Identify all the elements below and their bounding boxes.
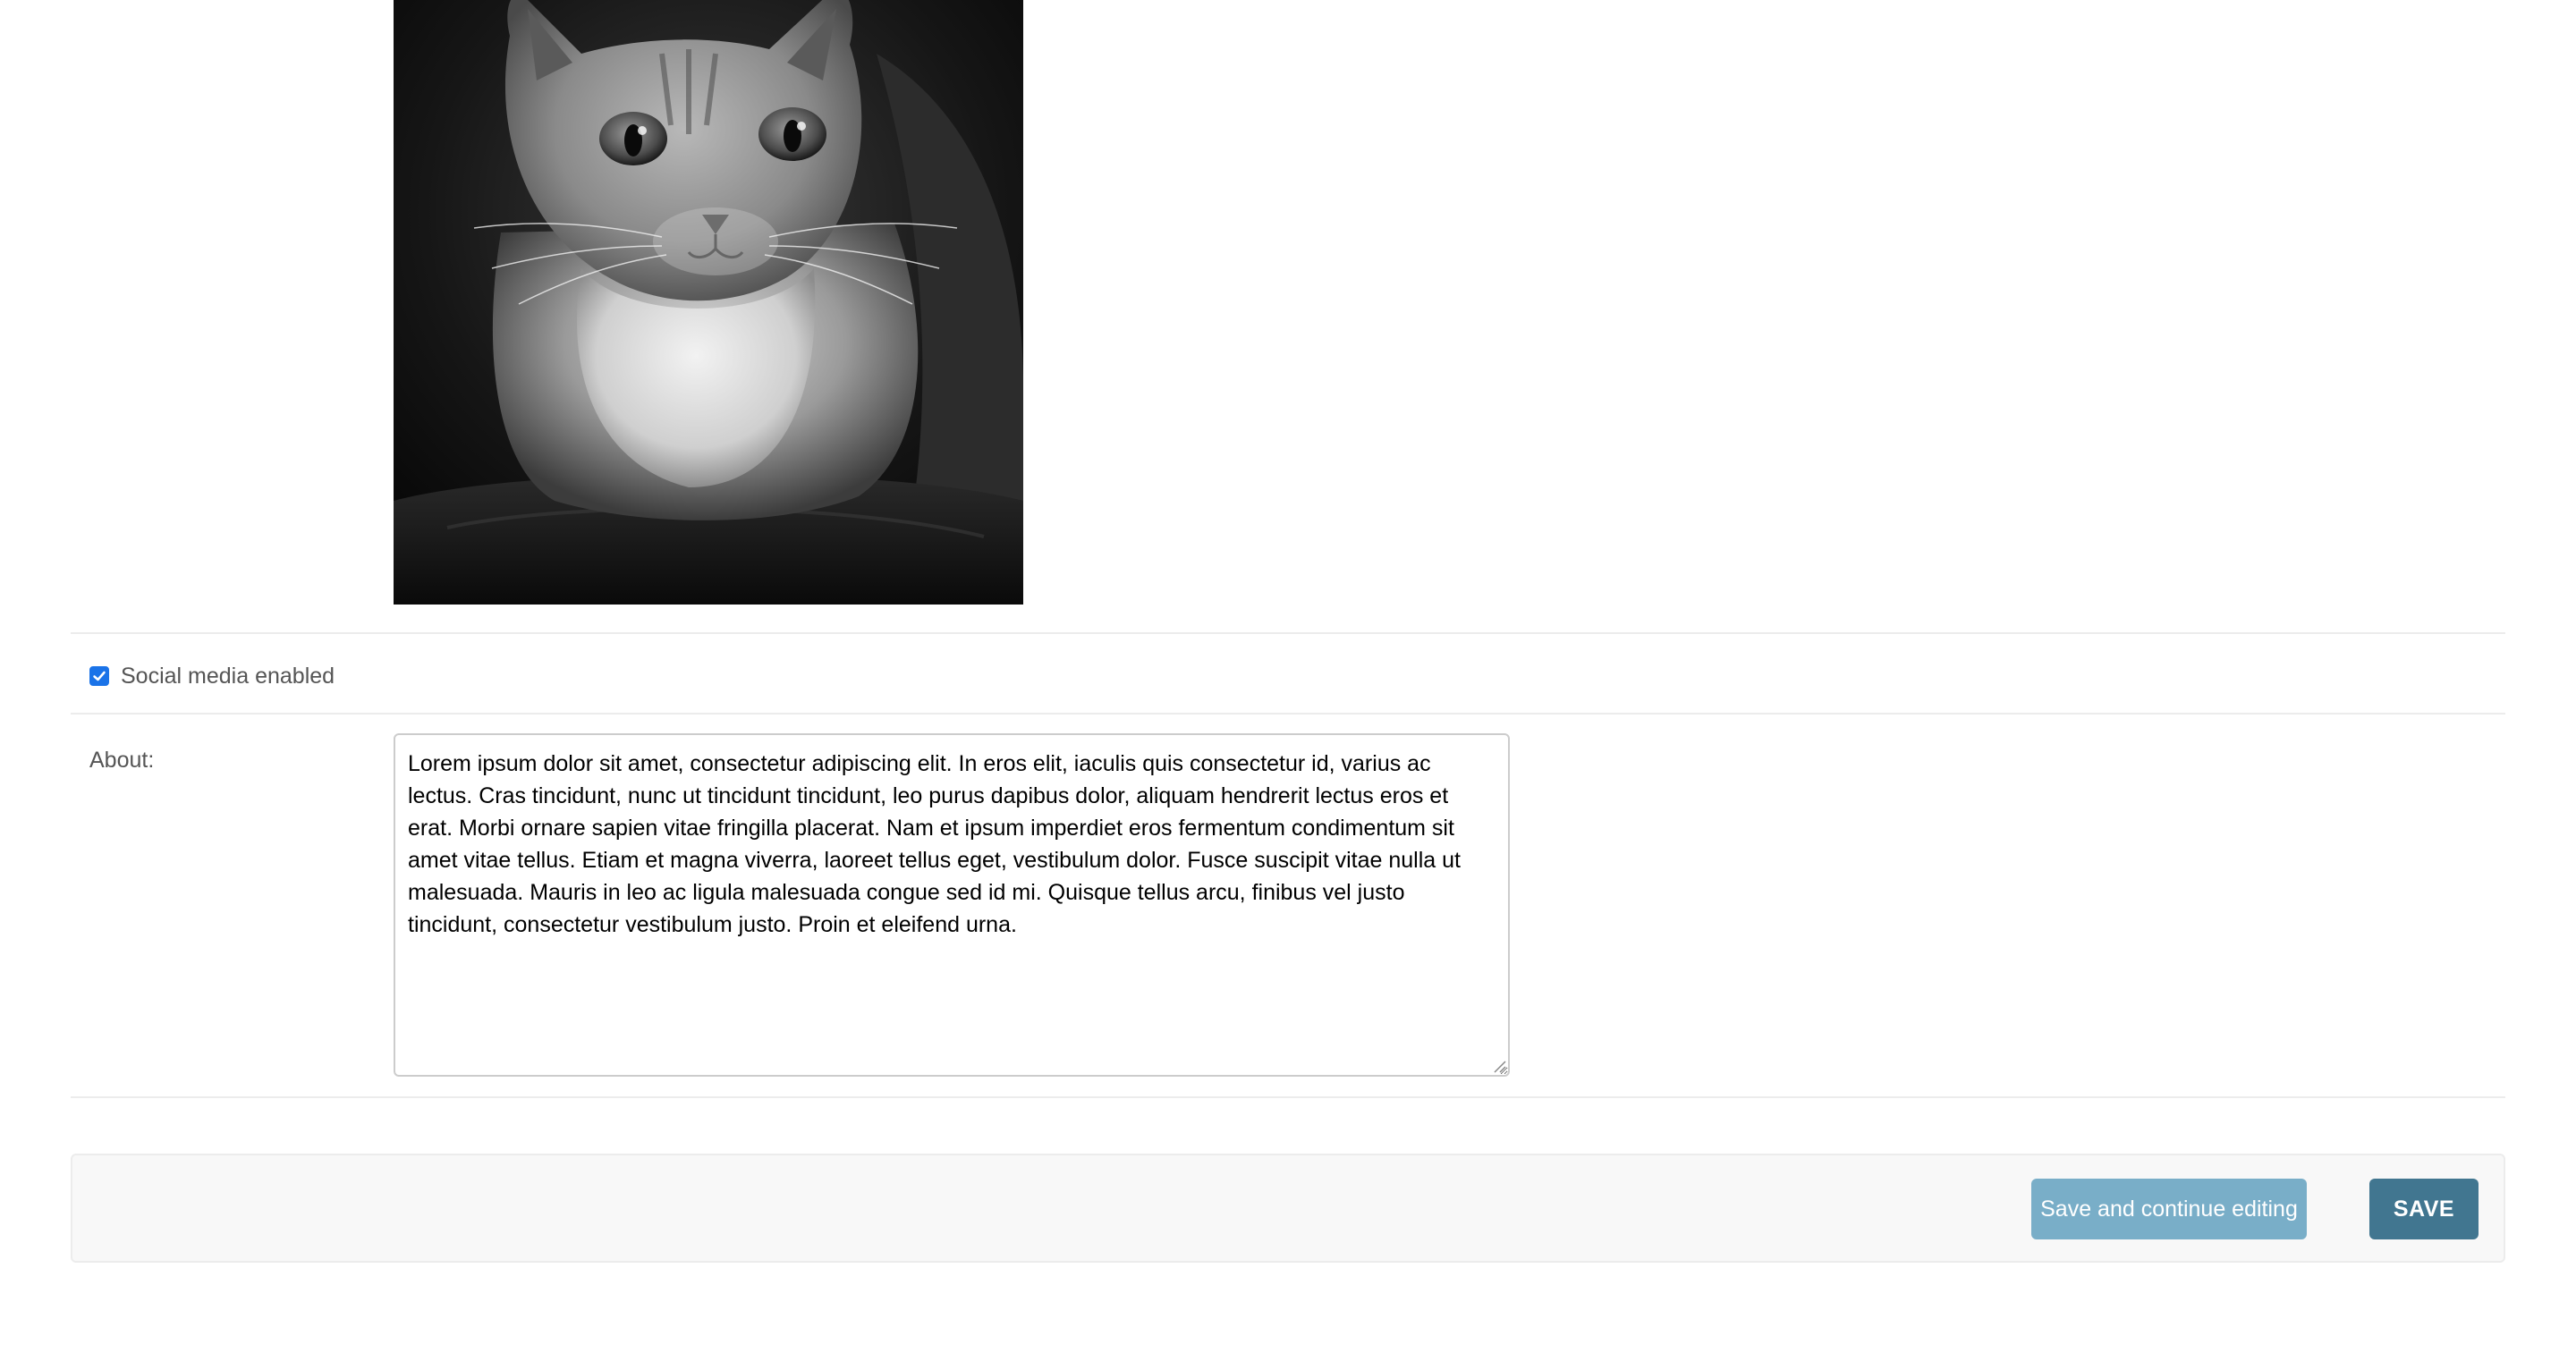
social-media-label[interactable]: Social media enabled [121,664,335,689]
form-row-divider [71,632,2505,634]
form-row-divider [71,713,2505,715]
cat-photo-image [394,0,1023,605]
social-media-row: Social media enabled [89,662,335,690]
about-textarea[interactable]: Lorem ipsum dolor sit amet, consectetur … [394,733,1510,1077]
change-form-page: Social media enabled About: Lorem ipsum … [0,0,2576,1370]
social-media-checkbox[interactable] [89,666,109,686]
resize-handle-icon[interactable] [1492,1059,1506,1073]
save-and-continue-button[interactable]: Save and continue editing [2031,1179,2307,1239]
save-button[interactable]: SAVE [2369,1179,2479,1239]
cat-photo [394,0,1023,605]
form-row-divider [71,1096,2505,1098]
about-label: About: [89,748,155,773]
checkmark-icon [93,671,106,681]
submit-row: Save and continue editing SAVE [71,1154,2505,1263]
